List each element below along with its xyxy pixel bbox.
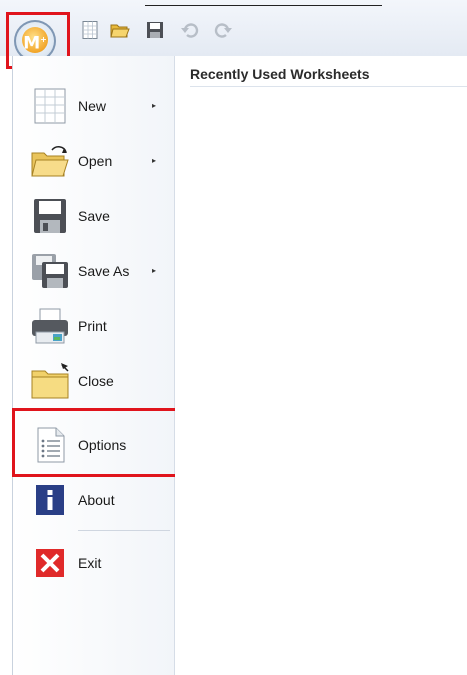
menu-item-print[interactable]: Print: [12, 300, 174, 352]
menu-item-open[interactable]: Open ▸: [12, 135, 174, 187]
undo-icon[interactable]: [180, 20, 200, 40]
menu-item-save[interactable]: Save: [12, 190, 174, 242]
menu-item-label: Print: [78, 318, 107, 334]
menu-divider: [78, 530, 170, 531]
submenu-arrow-icon: ▸: [152, 156, 157, 165]
close-folder-icon: [31, 363, 69, 399]
recent-worksheets-heading: Recently Used Worksheets: [190, 66, 370, 82]
menu-item-label: Open: [78, 153, 113, 169]
top-border-line: [145, 5, 382, 6]
save-disk-icon: [34, 199, 66, 233]
recent-worksheets-panel: [175, 56, 467, 675]
submenu-arrow-icon: ▸: [152, 101, 157, 110]
menu-item-label: New: [78, 98, 107, 114]
menu-item-label: Exit: [78, 555, 102, 571]
printer-icon: [32, 308, 68, 344]
submenu-arrow-icon: ▸: [152, 266, 157, 275]
menu-item-new[interactable]: New ▸: [12, 80, 174, 132]
title-bar: [0, 0, 467, 56]
new-worksheet-icon: [34, 88, 66, 124]
highlight-options: [12, 408, 178, 477]
save-as-icon: [32, 254, 68, 288]
redo-icon[interactable]: [213, 20, 233, 40]
new-doc-icon[interactable]: [80, 20, 100, 40]
exit-x-icon: [36, 549, 64, 577]
heading-underline: [190, 86, 467, 87]
open-folder-icon[interactable]: [110, 20, 130, 40]
menu-item-exit[interactable]: Exit: [12, 537, 174, 589]
menu-item-label: Close: [78, 373, 114, 389]
menu-item-save-as[interactable]: Save As ▸: [12, 245, 174, 297]
menu-item-label: Save: [78, 208, 110, 224]
open-folder-icon: [31, 146, 69, 177]
save-disk-icon[interactable]: [145, 20, 165, 40]
menu-item-close[interactable]: Close: [12, 355, 174, 407]
menu-item-label: About: [78, 492, 115, 508]
menu-item-label: Save As: [78, 263, 130, 279]
info-icon: [36, 485, 64, 515]
menu-item-about[interactable]: About: [12, 474, 174, 526]
